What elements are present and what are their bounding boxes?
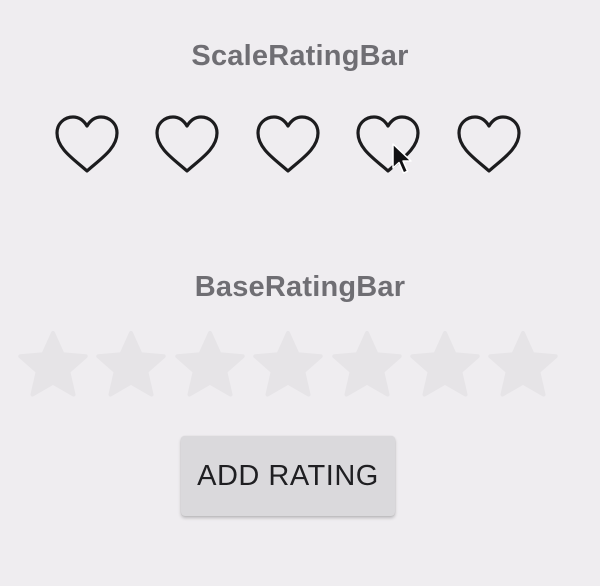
heart-icon[interactable] xyxy=(153,112,221,176)
star-icon[interactable] xyxy=(331,330,403,400)
heart-icon[interactable] xyxy=(254,112,322,176)
star-icon[interactable] xyxy=(487,330,559,400)
add-rating-button[interactable]: ADD RATING xyxy=(181,436,395,516)
star-icon[interactable] xyxy=(409,330,481,400)
star-icon[interactable] xyxy=(174,330,246,400)
scale-rating-bar-title: ScaleRatingBar xyxy=(191,40,409,72)
heart-icon[interactable] xyxy=(354,112,422,176)
heart-icon[interactable] xyxy=(53,112,121,176)
heart-icon[interactable] xyxy=(455,112,523,176)
scale-rating-bar[interactable] xyxy=(0,112,600,178)
star-icon[interactable] xyxy=(252,330,324,400)
base-rating-bar-title: BaseRatingBar xyxy=(194,271,406,303)
star-icon[interactable] xyxy=(95,330,167,400)
base-rating-bar[interactable] xyxy=(0,330,600,400)
star-icon[interactable] xyxy=(17,330,89,400)
